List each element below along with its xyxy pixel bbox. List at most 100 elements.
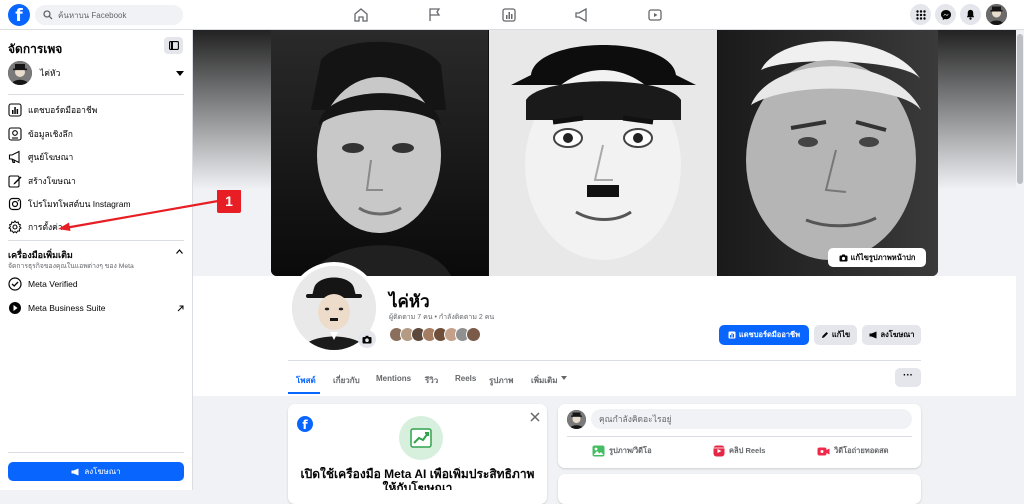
- tab-reels[interactable]: Reels: [455, 374, 476, 383]
- tool-meta-business-suite[interactable]: Meta Business Suite: [8, 299, 184, 317]
- dashboard-icon: [728, 331, 736, 339]
- sidebar-toggle-icon: [168, 41, 179, 50]
- business-suite-icon: [9, 302, 21, 314]
- next-section-card: [558, 474, 921, 504]
- photo-video-label: รูปภาพ/วิดีโอ: [609, 446, 652, 455]
- advertise-button[interactable]: ลงโฆษณา: [862, 325, 921, 345]
- sidebar-item-label: ข้อมูลเชิงลึก: [28, 129, 73, 139]
- promote-button[interactable]: ลงโฆษณา: [8, 462, 184, 481]
- page-management-sidebar: จัดการเพจ ไค่หัว แดชบอร์ดมืออาชีพ ข้อมูล…: [0, 30, 193, 490]
- instagram-icon: [8, 197, 22, 211]
- more-options-button[interactable]: ···: [895, 368, 921, 387]
- edit-icon: [8, 175, 22, 188]
- dashboard-nav-icon[interactable]: [501, 7, 517, 23]
- follower-avatars[interactable]: [389, 327, 481, 342]
- search-input[interactable]: ค้นหาบน Facebook: [35, 5, 183, 25]
- tab-about[interactable]: เกี่ยวกับ: [333, 374, 360, 387]
- search-placeholder: ค้นหาบน Facebook: [58, 10, 127, 20]
- chevron-up-icon[interactable]: [176, 249, 183, 254]
- flag-icon[interactable]: [427, 7, 443, 23]
- megaphone-icon: [869, 331, 877, 339]
- composer-input[interactable]: คุณกำลังคิดอะไรอยู่: [591, 409, 912, 429]
- cover-blur-left: [193, 30, 271, 190]
- meta-ai-card-title: เปิดใช้เครื่องมือ Meta AI เพื่อเพิ่มประส…: [300, 467, 535, 490]
- cover-photo-image: [271, 30, 938, 276]
- follower-avatar: [466, 327, 481, 342]
- search-icon: [43, 10, 53, 20]
- change-profile-photo-button[interactable]: [358, 330, 376, 348]
- notifications-button[interactable]: [960, 4, 981, 25]
- page-switcher[interactable]: ไค่หัว: [8, 61, 184, 85]
- cover-photo[interactable]: [271, 30, 938, 276]
- camera-icon: [362, 335, 372, 343]
- edit-page-button[interactable]: แก้ไข: [814, 325, 857, 345]
- sidebar-item-label: แดชบอร์ดมืออาชีพ: [28, 105, 98, 115]
- post-composer: คุณกำลังคิดอะไรอยู่ รูปภาพ/วิดีโอ คลิป R…: [558, 404, 921, 468]
- tab-photos[interactable]: รูปภาพ: [489, 374, 513, 387]
- insights-icon: [8, 127, 22, 141]
- account-avatar[interactable]: [986, 4, 1007, 25]
- page-name: ไค่หัว: [389, 292, 430, 311]
- sidebar-item-label: สร้างโฆษณา: [28, 176, 76, 186]
- live-video-label: วิดีโอถ่ายทอดสด: [834, 446, 889, 455]
- more-tools-subtitle: จัดการธุรกิจของคุณในแอพต่างๆ ของ Meta: [8, 263, 134, 270]
- tool-label: Meta Business Suite: [28, 303, 106, 313]
- tool-meta-verified[interactable]: Meta Verified: [8, 275, 184, 293]
- reels-icon: [713, 445, 725, 457]
- external-link-icon: [177, 305, 184, 311]
- edit-button-label: แก้ไข: [831, 330, 851, 339]
- close-icon[interactable]: [530, 412, 540, 422]
- camera-icon: [839, 254, 848, 261]
- tab-posts[interactable]: โพสต์: [296, 374, 316, 387]
- caret-down-icon: [176, 70, 184, 76]
- messenger-button[interactable]: [935, 4, 956, 25]
- sidebar-divider: [8, 452, 184, 453]
- top-navigation-bar: f ค้นหาบน Facebook: [0, 0, 1024, 30]
- bell-icon: [966, 9, 975, 20]
- live-video-button[interactable]: วิดีโอถ่ายทอดสด: [817, 445, 889, 457]
- page-follow-stats[interactable]: ผู้ติดตาม 7 คน • กำลังติดตาม 2 คน: [389, 312, 494, 323]
- dashboard-icon: [8, 103, 22, 117]
- reels-button[interactable]: คลิป Reels: [713, 445, 765, 457]
- scrollbar-thumb[interactable]: [1017, 34, 1023, 184]
- collapse-sidebar-button[interactable]: [164, 37, 183, 54]
- annotation-arrow: [58, 199, 219, 231]
- promote-button-label: ลงโฆษณา: [84, 467, 121, 476]
- menu-grid-button[interactable]: [910, 4, 931, 25]
- growth-chart-illustration: [399, 416, 443, 460]
- tab-more[interactable]: เพิ่มเติม: [531, 374, 557, 387]
- tabs-divider: [288, 360, 921, 361]
- scrollbar-track[interactable]: [1016, 30, 1024, 490]
- facebook-logo-icon: f: [297, 416, 313, 432]
- advertise-button-label: ลงโฆษณา: [880, 330, 915, 339]
- reels-label: คลิป Reels: [729, 446, 766, 455]
- home-icon[interactable]: [353, 7, 369, 23]
- photo-video-button[interactable]: รูปภาพ/วิดีโอ: [592, 445, 652, 457]
- video-nav-icon[interactable]: [647, 7, 663, 23]
- pencil-icon: [821, 332, 828, 338]
- tab-mentions[interactable]: Mentions: [376, 374, 411, 383]
- megaphone-icon: [71, 468, 79, 475]
- tab-reviews[interactable]: รีวิว: [425, 374, 438, 387]
- avatar-image: [986, 4, 1007, 25]
- gear-icon: [8, 220, 22, 234]
- verified-icon: [8, 277, 22, 291]
- meta-ai-promo-card: f เปิดใช้เครื่องมือ Meta AI เพื่อเพิ่มปร…: [288, 404, 547, 504]
- active-tab-indicator: [288, 392, 320, 394]
- sidebar-item-professional-dashboard[interactable]: แดชบอร์ดมืออาชีพ: [8, 101, 184, 119]
- megaphone-nav-icon[interactable]: [574, 7, 590, 23]
- facebook-logo[interactable]: f: [8, 4, 30, 26]
- edit-cover-photo-button[interactable]: แก้ไขรูปภาพหน้าปก: [828, 248, 926, 267]
- sidebar-item-label: ศูนย์โฆษณา: [28, 152, 74, 162]
- tool-label: Meta Verified: [28, 279, 78, 289]
- composer-avatar: [567, 410, 586, 429]
- live-video-icon: [817, 447, 830, 455]
- messenger-icon: [940, 9, 951, 20]
- grid-icon: [915, 9, 926, 20]
- sidebar-item-insights[interactable]: ข้อมูลเชิงลึก: [8, 125, 184, 143]
- sidebar-item-create-ad[interactable]: สร้างโฆษณา: [8, 172, 184, 190]
- composer-divider: [567, 436, 912, 437]
- cover-blur-right: [938, 30, 1024, 190]
- sidebar-item-ad-center[interactable]: ศูนย์โฆษณา: [8, 148, 184, 166]
- professional-dashboard-button[interactable]: แดชบอร์ดมืออาชีพ: [719, 325, 809, 345]
